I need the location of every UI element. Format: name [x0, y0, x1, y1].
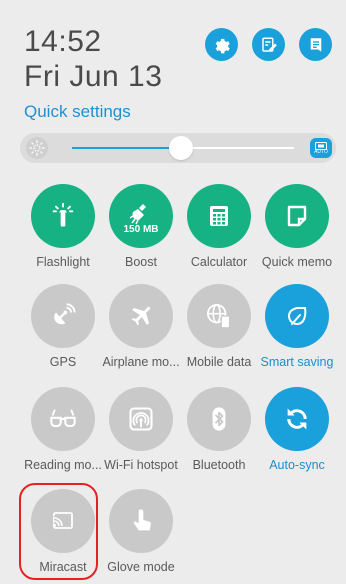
- tile-bluetooth[interactable]: Bluetooth: [176, 387, 262, 472]
- airplane-icon: [131, 306, 151, 326]
- brightness-track[interactable]: [72, 136, 294, 160]
- tile-label: Auto-sync: [269, 458, 325, 472]
- tile-label: Wi-Fi hotspot: [104, 458, 178, 472]
- tile-airplane-mode[interactable]: Airplane mo...: [98, 284, 184, 369]
- miracast-highlight-annotation: [19, 483, 98, 580]
- airplane-mode-button[interactable]: [109, 284, 173, 348]
- memo-icon: [287, 205, 307, 227]
- mobile-data-button[interactable]: [187, 284, 251, 348]
- leaf-icon: [287, 307, 307, 326]
- tile-label: Glove mode: [107, 560, 175, 574]
- tile-label: Boost: [125, 255, 157, 269]
- flashlight-button[interactable]: [31, 184, 95, 248]
- notes-button[interactable]: [299, 28, 332, 61]
- quick-settings-link[interactable]: Quick settings: [24, 102, 162, 122]
- gps-button[interactable]: [31, 284, 95, 348]
- tile-label: Airplane mo...: [102, 355, 180, 369]
- brightness-slider[interactable]: AUTO: [20, 133, 336, 163]
- edit-button[interactable]: [252, 28, 285, 61]
- tile-quick-memo[interactable]: Quick memo: [254, 184, 340, 269]
- tile-smart-saving[interactable]: Smart saving: [254, 284, 340, 369]
- smart-saving-button[interactable]: [265, 284, 329, 348]
- glove-mode-button[interactable]: [109, 489, 173, 553]
- wifi-hotspot-button[interactable]: [109, 387, 173, 451]
- tile-label: Flashlight: [36, 255, 90, 269]
- calculator-button[interactable]: [187, 184, 251, 248]
- glasses-icon: [50, 409, 76, 428]
- broom-icon: [129, 203, 146, 224]
- reading-mode-button[interactable]: [31, 387, 95, 451]
- mobile-data-icon: [206, 303, 231, 329]
- hotspot-icon: [129, 407, 153, 431]
- tile-calculator[interactable]: Calculator: [176, 184, 262, 269]
- tile-glove-mode[interactable]: Glove mode: [98, 489, 184, 574]
- header: 14:52 Fri Jun 13 Quick settings: [24, 26, 162, 122]
- date-label: Fri Jun 13: [24, 60, 163, 93]
- tile-gps[interactable]: GPS: [20, 284, 106, 369]
- notes-icon: [310, 37, 321, 52]
- tile-label: Smart saving: [260, 355, 334, 369]
- tile-label: GPS: [49, 355, 77, 369]
- auto-brightness-toggle[interactable]: AUTO: [310, 138, 332, 158]
- tile-label: Calculator: [190, 255, 248, 269]
- tile-boost[interactable]: 150 MB Boost: [98, 184, 184, 269]
- tile-mobile-data[interactable]: Mobile data: [176, 284, 262, 369]
- flashlight-icon: [52, 202, 74, 227]
- tile-label: Bluetooth: [192, 458, 246, 472]
- brightness-fill: [72, 147, 181, 149]
- tile-label: Mobile data: [186, 355, 252, 369]
- sync-icon: [287, 408, 307, 430]
- auto-sync-button[interactable]: [265, 387, 329, 451]
- tile-auto-sync[interactable]: Auto-sync: [254, 387, 340, 472]
- tile-label: Quick memo: [261, 255, 333, 269]
- settings-button[interactable]: [205, 28, 238, 61]
- bluetooth-icon: [212, 407, 226, 431]
- brightness-icon: [26, 137, 48, 159]
- edit-icon: [261, 37, 277, 52]
- bluetooth-button[interactable]: [187, 387, 251, 451]
- boost-button[interactable]: 150 MB: [109, 184, 173, 248]
- brightness-thumb[interactable]: [168, 136, 193, 160]
- calculator-icon: [210, 206, 228, 226]
- glove-icon: [133, 509, 151, 531]
- tile-wifi-hotspot[interactable]: Wi-Fi hotspot: [98, 387, 184, 472]
- tile-flashlight[interactable]: Flashlight: [20, 184, 106, 269]
- auto-label: AUTO: [314, 148, 328, 155]
- clock-time: 14:52: [24, 25, 102, 58]
- boost-memory: 150 MB: [123, 223, 159, 235]
- tile-reading-mode[interactable]: Reading mo...: [20, 387, 106, 472]
- quick-memo-button[interactable]: [265, 184, 329, 248]
- gps-icon: [54, 303, 76, 325]
- top-icon-bar: [205, 28, 332, 61]
- tile-label: Reading mo...: [24, 458, 102, 472]
- settings-icon: [215, 38, 230, 53]
